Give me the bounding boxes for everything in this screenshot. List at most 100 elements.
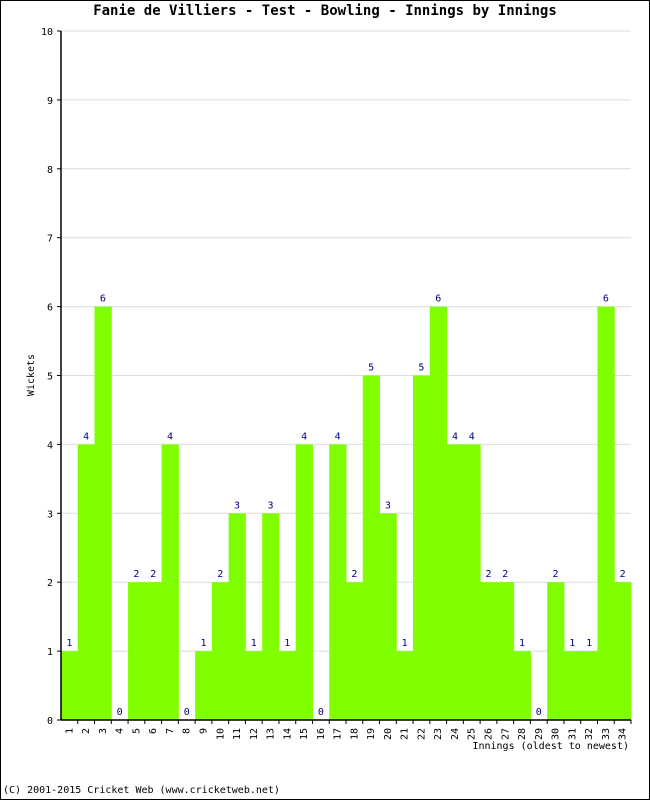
x-tick-label: 12 [249, 728, 260, 740]
x-tick-label: 29 [534, 728, 545, 740]
bar-value-label: 5 [418, 363, 424, 374]
x-tick-label: 21 [400, 728, 411, 740]
x-tick-label: 5 [131, 728, 142, 734]
x-tick-label: 16 [316, 728, 327, 740]
bar-chart: 0123456789101 2 3 4 5 6 7 8 9 10 11 12 13 14 15 16 17 18 1… [26, 27, 632, 752]
bar-value-label: 2 [620, 569, 626, 580]
bar-value-label: 4 [469, 431, 475, 442]
bar-value-label: 1 [519, 638, 525, 649]
x-tick-label: 2 [81, 728, 92, 734]
bar [379, 513, 397, 720]
y-tick-label: 10 [41, 27, 53, 38]
bar-value-label: 4 [452, 431, 458, 442]
bar [547, 582, 565, 720]
bar [161, 444, 179, 720]
bar-value-label: 3 [234, 500, 240, 511]
bar-value-label: 4 [301, 431, 307, 442]
bar-value-label: 1 [251, 638, 257, 649]
bar [513, 651, 531, 720]
bar-value-label: 5 [368, 363, 374, 374]
y-axis-label: Wickets [26, 354, 37, 396]
bar [128, 582, 146, 720]
bar [211, 582, 230, 720]
bar-value-label: 2 [502, 569, 508, 580]
y-tick-label: 8 [47, 165, 53, 176]
x-tick-label: 27 [500, 728, 511, 740]
bar [480, 582, 498, 720]
x-tick-label: 26 [484, 728, 495, 740]
x-tick-label: 17 [333, 728, 344, 740]
bar-value-label: 6 [100, 294, 106, 305]
x-tick-label: 32 [584, 728, 595, 740]
x-tick-label: 1 [64, 728, 75, 734]
bar [195, 651, 213, 720]
y-tick-label: 0 [47, 716, 53, 727]
bar [362, 375, 381, 720]
x-tick-label: 9 [199, 728, 210, 734]
bar [396, 651, 414, 720]
bar-value-label: 4 [83, 431, 89, 442]
x-tick-label: 4 [115, 728, 126, 734]
bar [597, 306, 615, 720]
bar [61, 651, 79, 720]
x-axis-label: Innings (oldest to newest) [472, 741, 629, 752]
x-tick-label: 25 [467, 728, 478, 740]
bar-value-label: 3 [385, 500, 391, 511]
bar [278, 651, 297, 720]
y-tick-label: 1 [47, 647, 53, 658]
x-tick-label: 13 [266, 728, 277, 740]
bar-value-label: 2 [217, 569, 223, 580]
bar [262, 513, 280, 720]
x-tick-label: 28 [517, 728, 528, 740]
bar-value-label: 2 [150, 569, 156, 580]
bar-value-label: 6 [603, 294, 609, 305]
bar [429, 306, 448, 720]
x-tick-label: 20 [383, 728, 394, 740]
y-tick-label: 3 [47, 509, 53, 520]
bar-value-label: 2 [351, 569, 357, 580]
bar [496, 582, 515, 720]
bar [614, 582, 632, 720]
y-tick-label: 7 [47, 234, 53, 245]
bar-value-label: 1 [284, 638, 290, 649]
y-tick-label: 2 [47, 578, 53, 589]
bar [329, 444, 347, 720]
y-tick-label: 4 [47, 440, 53, 451]
bar-value-label: 1 [586, 638, 592, 649]
x-tick-label: 3 [98, 728, 109, 734]
bar-value-label: 4 [335, 431, 341, 442]
bar-value-label: 2 [553, 569, 559, 580]
x-tick-label: 6 [148, 728, 159, 734]
bar-value-label: 2 [485, 569, 491, 580]
bar-value-label: 0 [536, 707, 542, 718]
y-tick-label: 5 [47, 372, 53, 383]
bar-value-label: 1 [569, 638, 575, 649]
bar [563, 651, 582, 720]
bar-value-label: 0 [117, 707, 123, 718]
bar-value-label: 0 [184, 707, 190, 718]
x-tick-label: 23 [433, 728, 444, 740]
copyright-footer: (C) 2001-2015 Cricket Web (www.cricketwe… [3, 785, 280, 796]
bar [77, 444, 96, 720]
y-tick-label: 9 [47, 96, 53, 107]
bar [446, 444, 464, 720]
bar [245, 651, 263, 720]
bar [346, 582, 364, 720]
x-tick-label: 15 [299, 728, 310, 740]
bar-value-label: 1 [66, 638, 72, 649]
bar [413, 375, 431, 720]
x-tick-label: 22 [416, 728, 427, 740]
y-tick-label: 6 [47, 303, 53, 314]
bar-value-label: 6 [435, 294, 441, 305]
bar [144, 582, 163, 720]
bar-value-label: 2 [133, 569, 139, 580]
x-tick-label: 10 [215, 728, 226, 740]
x-tick-label: 30 [551, 728, 562, 740]
bar-value-label: 1 [200, 638, 206, 649]
bar [295, 444, 313, 720]
bar-value-label: 1 [402, 638, 408, 649]
x-tick-label: 18 [349, 728, 360, 740]
bar [228, 513, 246, 720]
x-tick-label: 14 [282, 728, 293, 740]
bar-value-label: 0 [318, 707, 324, 718]
